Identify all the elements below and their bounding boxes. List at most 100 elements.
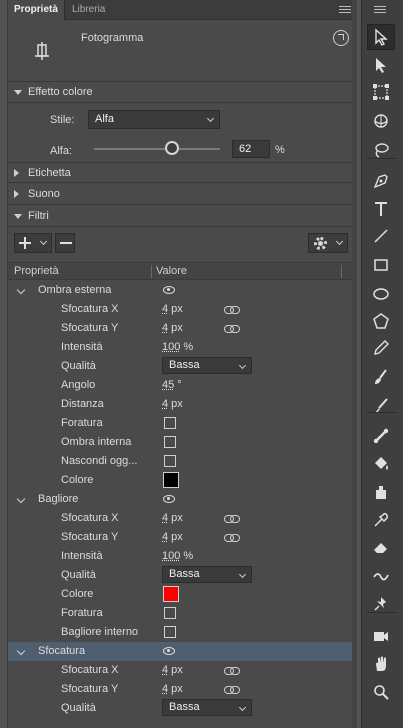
paint-bucket-icon — [375, 457, 388, 470]
checkbox[interactable] — [164, 455, 176, 467]
link-icon[interactable] — [224, 667, 240, 675]
section-sound[interactable]: Suono — [8, 184, 355, 205]
eye-icon[interactable] — [163, 286, 175, 294]
chevron-down-icon — [238, 570, 247, 579]
frame-icon — [35, 42, 49, 60]
checkbox[interactable] — [164, 626, 176, 638]
tab-properties[interactable]: Proprietà — [8, 0, 65, 20]
column-divider[interactable] — [341, 265, 342, 278]
value-unit: px — [168, 303, 183, 315]
property-row: Qualità Bassa — [8, 566, 355, 585]
value-number[interactable]: 45 — [162, 379, 174, 391]
quality-select[interactable]: Bassa — [162, 357, 252, 374]
tool-eyedropper[interactable] — [367, 507, 395, 533]
property-value[interactable]: 4 px — [162, 531, 183, 543]
remove-filter-button[interactable] — [55, 233, 75, 253]
filter-row[interactable]: Ombra esterna — [8, 281, 355, 300]
free-transform-icon — [373, 84, 389, 100]
property-value[interactable]: 4 px — [162, 303, 183, 315]
filter-row[interactable]: Sfocatura — [8, 642, 355, 661]
checkbox[interactable] — [164, 436, 176, 448]
frame-label: Fotogramma — [81, 32, 144, 44]
chevron-down-icon — [206, 114, 215, 123]
tool-brush[interactable] — [367, 393, 395, 419]
chevron-down-icon[interactable] — [16, 494, 26, 504]
property-value[interactable]: 100 % — [162, 341, 193, 353]
link-icon[interactable] — [224, 686, 240, 694]
style-select[interactable]: Alfa — [88, 110, 220, 129]
color-swatch[interactable] — [163, 586, 179, 602]
tool-line[interactable] — [367, 223, 395, 249]
alpha-slider-thumb[interactable] — [165, 141, 180, 155]
tool-oval[interactable] — [367, 281, 395, 307]
tool-pin[interactable] — [367, 591, 395, 617]
tool-zoom[interactable] — [367, 679, 395, 705]
polygon-icon — [373, 313, 389, 329]
properties-panel: Proprietà Libreria Fotogramma Effetto co… — [0, 0, 361, 728]
section-filters[interactable]: Filtri — [8, 206, 355, 227]
value-unit: ° — [174, 379, 182, 391]
property-value[interactable]: 4 px — [162, 322, 183, 334]
section-label[interactable]: Etichetta — [8, 162, 355, 183]
property-row: Colore — [8, 585, 355, 604]
alpha-input[interactable]: 62 — [232, 140, 270, 158]
property-value[interactable]: 4 px — [162, 664, 183, 676]
property-value[interactable]: 4 px — [162, 398, 183, 410]
property-label: Foratura — [61, 607, 103, 619]
color-swatch[interactable] — [163, 472, 179, 488]
camera-icon — [374, 632, 388, 641]
panel-menu-icon[interactable] — [339, 6, 351, 15]
column-divider[interactable] — [151, 265, 152, 278]
tool-text[interactable] — [367, 196, 395, 222]
checkbox[interactable] — [164, 417, 176, 429]
property-label: Colore — [61, 588, 94, 600]
value-number[interactable]: 100 — [162, 550, 180, 562]
property-label: Intensità — [61, 341, 103, 353]
tool-subselection[interactable] — [367, 52, 395, 78]
tool-width[interactable] — [367, 563, 395, 589]
tool-3d-rotation[interactable] — [367, 108, 395, 134]
value-number[interactable]: 100 — [162, 341, 180, 353]
property-value[interactable]: 4 px — [162, 512, 183, 524]
quality-select[interactable]: Bassa — [162, 566, 252, 583]
tool-lasso[interactable] — [367, 137, 395, 163]
filter-options-button[interactable] — [308, 233, 348, 253]
chevron-down-icon[interactable] — [16, 285, 26, 295]
text-icon — [375, 202, 387, 216]
eye-icon[interactable] — [163, 495, 175, 503]
tools-menu-icon[interactable] — [374, 6, 386, 15]
tool-paint-brush[interactable] — [367, 364, 395, 390]
alpha-slider-track[interactable] — [94, 148, 220, 150]
link-icon[interactable] — [224, 306, 240, 314]
add-filter-button[interactable] — [14, 233, 52, 253]
property-label: Angolo — [61, 379, 96, 391]
tool-free-transform[interactable] — [367, 79, 395, 105]
tool-selection[interactable] — [367, 24, 395, 50]
eye-icon[interactable] — [163, 647, 175, 655]
tab-library[interactable]: Libreria — [66, 0, 111, 20]
tool-pencil[interactable] — [367, 335, 395, 361]
property-value[interactable]: 100 % — [162, 550, 193, 562]
chevron-down-icon[interactable] — [16, 646, 26, 656]
property-value[interactable]: 45 ° — [162, 379, 182, 391]
tool-camera[interactable] — [367, 623, 395, 649]
tool-polygon[interactable] — [367, 308, 395, 334]
tool-bone[interactable] — [367, 423, 395, 449]
section-color-effect[interactable]: Effetto colore — [8, 82, 355, 103]
link-icon[interactable] — [224, 515, 240, 523]
tool-eraser[interactable] — [367, 534, 395, 560]
property-value[interactable]: 4 px — [162, 683, 183, 695]
link-icon[interactable] — [224, 325, 240, 333]
tool-hand[interactable] — [367, 651, 395, 677]
panel-scrollbar[interactable] — [352, 0, 357, 728]
tool-rectangle[interactable] — [367, 252, 395, 278]
filter-name: Sfocatura — [38, 645, 86, 657]
tool-ink-bottle[interactable] — [367, 479, 395, 505]
go-to-frame-icon[interactable] — [333, 30, 349, 46]
quality-select[interactable]: Bassa — [162, 699, 252, 716]
tool-pen[interactable] — [367, 168, 395, 194]
tool-paint-bucket[interactable] — [367, 451, 395, 477]
filter-row[interactable]: Bagliore — [8, 490, 355, 509]
link-icon[interactable] — [224, 534, 240, 542]
checkbox[interactable] — [164, 607, 176, 619]
